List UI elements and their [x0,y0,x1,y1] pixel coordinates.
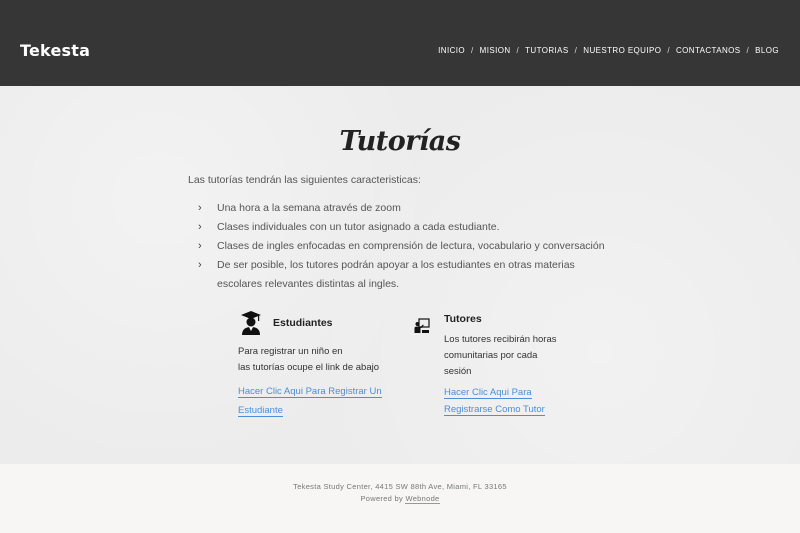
webnode-link[interactable]: Webnode [405,494,440,504]
tutors-link-wrap: Hacer Clic Aqui Para Registrarse Como Tu… [444,384,574,418]
intro-text: Las tutorías tendrán las siguientes cara… [188,174,421,186]
chevron-right-icon: › [198,240,202,252]
nav-item-nuestro-equipo[interactable]: NUESTRO EQUIPO [583,46,661,55]
list-item: › De ser posible, los tutores podrán apoy… [196,256,616,294]
powered-by-label: Powered by [360,494,406,503]
list-item: › Una hora a la semana através de zoom [196,199,616,218]
student-graduate-icon [241,311,261,335]
site-logo[interactable]: Tekesta [20,41,90,60]
nav-item-blog[interactable]: BLOG [755,46,779,55]
tutors-header: Tutores [414,311,564,334]
site-footer: Tekesta Study Center, 4415 SW 88th Ave, … [0,464,800,533]
tutors-text-line: comunitarias por cada [444,350,538,361]
main-nav: INICIO / MISION / TUTORIAS / NUESTRO EQU… [438,46,779,55]
list-item: › Clases individuales con un tutor asigna… [196,218,616,237]
nav-separator: / [471,46,474,55]
students-column: Estudiantes Para registrar un niño en la… [238,310,388,419]
nav-item-contactanos[interactable]: CONTACTANOS [676,46,741,55]
register-student-link[interactable]: Hacer Clic Aqui Para Registrar Un [238,386,382,398]
nav-separator: / [516,46,520,55]
tutors-text: Los tutores recibirán horas comunitarias… [444,332,574,418]
students-header: Estudiantes [238,310,388,336]
feature-text: Clases de ingles enfocadas en comprensió… [217,240,605,252]
site-header: Tekesta INICIO / MISION / TUTORIAS / NUE… [0,0,800,86]
register-tutor-link[interactable]: Hacer Clic Aqui Para [444,387,532,399]
students-text-line: Para registrar un niño en [238,346,343,357]
tutors-text-line: Los tutores recibirán horas [444,334,557,345]
tutors-column: Tutores Los tutores recibirán horas comu… [414,310,564,416]
footer-powered-by: Powered by Webnode [0,494,800,504]
tutors-text-line: sesión [444,366,472,377]
feature-text: Una hora a la semana através de zoom [217,202,401,214]
students-text-line: las tutorías ocupe el link de abajo [238,362,380,373]
nav-separator: / [667,46,670,55]
register-tutor-link-cont[interactable]: Registrarse Como Tutor [444,404,545,416]
chevron-right-icon: › [198,259,202,271]
nav-item-mision[interactable]: MISION [480,46,511,55]
nav-separator: / [574,46,578,55]
feature-text: Clases individuales con un tutor asignad… [217,221,500,233]
features-list: › Una hora a la semana através de zoom › C… [196,199,616,294]
nav-item-tutorias[interactable]: TUTORIAS [525,46,569,55]
chevron-right-icon: › [198,221,202,233]
students-text: Para registrar un niño en las tutorías o… [238,344,388,376]
students-title: Estudiantes [273,317,333,329]
feature-text: De ser posible, los tutores podrán apoya… [217,259,575,290]
tutors-title: Tutores [444,312,482,325]
main-content: Tutorías Las tutorías tendrán las siguie… [0,86,800,464]
register-student-link-cont[interactable]: Estudiante [238,405,283,417]
list-item: › Clases de ingles enfocadas en comprensi… [196,237,616,256]
teacher-board-icon [414,318,430,333]
nav-separator: / [746,46,750,55]
students-link-wrap: Hacer Clic Aqui Para Registrar Un Estudi… [238,381,388,419]
page-title: Tutorías [339,126,461,157]
footer-address: Tekesta Study Center, 4415 SW 88th Ave, … [293,482,507,491]
nav-item-inicio[interactable]: INICIO [438,46,465,55]
chevron-right-icon: › [198,202,202,214]
